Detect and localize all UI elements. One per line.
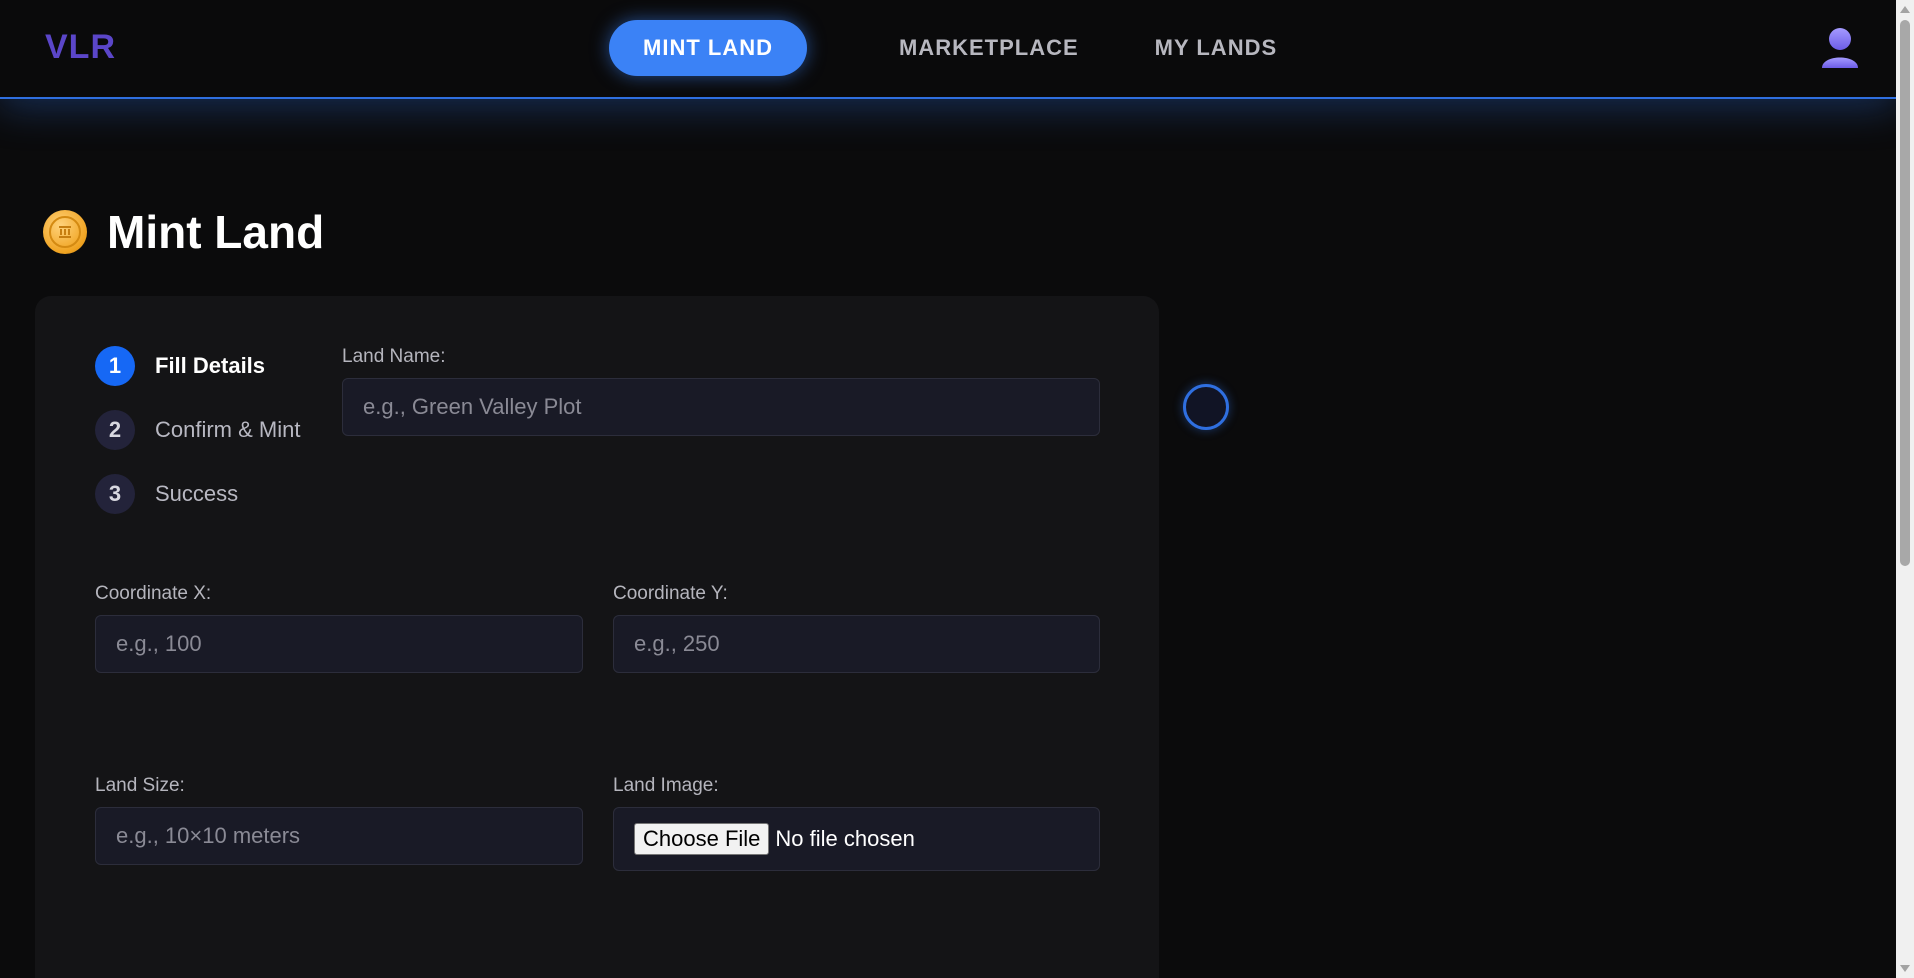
logo[interactable]: VLR [45, 28, 116, 67]
land-size-field: Land Size: [95, 775, 583, 865]
page: VLR MINT LAND MARKETPLACE MY LANDS Mint … [0, 0, 1914, 978]
nav-mint-land[interactable]: MINT LAND [609, 20, 807, 76]
nav-my-lands[interactable]: MY LANDS [1147, 20, 1286, 76]
land-size-label: Land Size: [95, 775, 185, 796]
land-image-label: Land Image: [613, 775, 719, 796]
coordinate-x-field: Coordinate X: [95, 583, 583, 673]
scroll-thumb[interactable] [1900, 20, 1910, 566]
stepper: 1 Fill Details 2 Confirm & Mint 3 Succes… [95, 346, 300, 538]
nav-marketplace[interactable]: MARKETPLACE [891, 20, 1087, 76]
coin-icon [43, 210, 87, 254]
scroll-down-icon[interactable] [1900, 965, 1910, 972]
land-name-label: Land Name: [342, 346, 446, 367]
land-name-field: Land Name: [342, 346, 1100, 436]
step-fill-details: 1 Fill Details [95, 346, 300, 386]
step-success: 3 Success [95, 474, 300, 514]
step-label: Fill Details [155, 353, 266, 378]
step-number: 1 [95, 346, 135, 386]
step-confirm-mint: 2 Confirm & Mint [95, 410, 300, 450]
vertical-scrollbar[interactable] [1896, 0, 1914, 978]
land-image-file-input[interactable]: Choose File No file chosen [613, 807, 1100, 871]
scroll-up-icon[interactable] [1900, 6, 1910, 13]
land-name-input[interactable] [342, 378, 1100, 436]
land-size-input[interactable] [95, 807, 583, 865]
step-number: 2 [95, 410, 135, 450]
step-number: 3 [95, 474, 135, 514]
coordinate-x-input[interactable] [95, 615, 583, 673]
step-label: Success [155, 481, 239, 506]
top-navbar: VLR MINT LAND MARKETPLACE MY LANDS [0, 0, 1896, 99]
page-title: Mint Land [107, 206, 325, 258]
user-avatar-icon[interactable] [1820, 26, 1860, 70]
coordinate-y-input[interactable] [613, 615, 1100, 673]
land-image-field: Land Image: Choose File No file chosen [613, 775, 1100, 871]
main-nav: MINT LAND MARKETPLACE MY LANDS [609, 20, 1345, 76]
file-status-text: No file chosen [775, 826, 915, 851]
choose-file-button[interactable]: Choose File [634, 823, 770, 855]
coordinate-y-label: Coordinate Y: [613, 583, 728, 604]
coordinate-y-field: Coordinate Y: [613, 583, 1100, 673]
page-header: Mint Land [43, 205, 324, 259]
coordinate-x-label: Coordinate X: [95, 583, 212, 604]
step-label: Confirm & Mint [155, 417, 301, 442]
loading-ring-icon [1183, 384, 1229, 430]
